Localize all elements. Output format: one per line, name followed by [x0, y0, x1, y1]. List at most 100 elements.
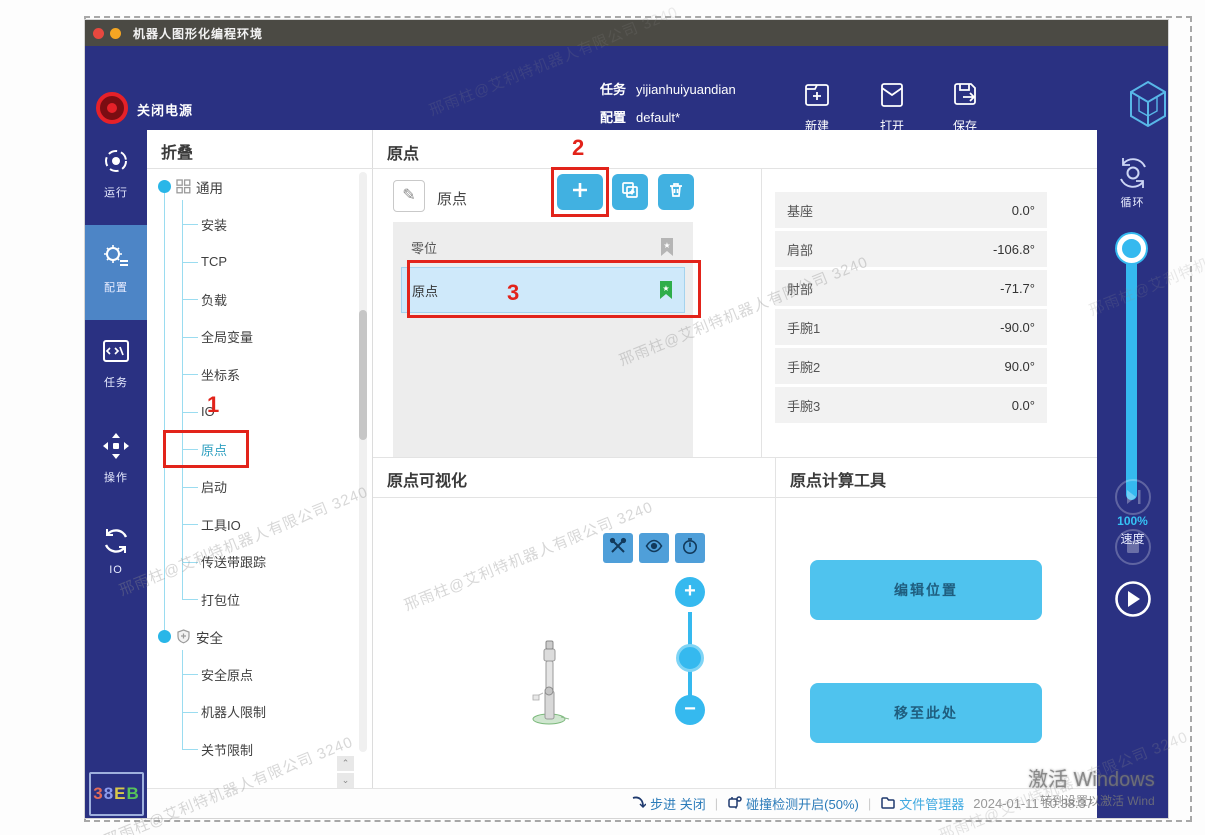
power-button[interactable]: [96, 92, 128, 124]
origin-list: 零位★原点★: [393, 222, 693, 457]
speed-slider-knob[interactable]: [1117, 234, 1146, 263]
add-origin-button[interactable]: [557, 174, 603, 210]
nav-item-run[interactable]: 运行: [85, 130, 147, 225]
tree-group-安全[interactable]: 安全: [147, 618, 357, 656]
tree-item-关节限制[interactable]: 关节限制: [147, 731, 357, 769]
joint-label: 肩部: [787, 240, 813, 259]
tree-item-label: 原点: [147, 440, 227, 459]
run-icon: [101, 163, 131, 180]
topbar: 关闭电源 任务yijianhuiyuandian 配置default* 新建 打…: [85, 46, 1168, 130]
step-mode-toggle[interactable]: 步进 关闭: [631, 794, 706, 813]
origin-item-label: 零位: [411, 238, 437, 257]
tree-scrollbar-track[interactable]: [359, 172, 367, 752]
tree-item-label: 安全原点: [147, 665, 253, 684]
tree-scrollbar-thumb[interactable]: [359, 310, 367, 440]
tree-item-label: 启动: [147, 477, 227, 496]
delete-origin-button[interactable]: [658, 174, 694, 210]
new-task-button[interactable]: 新建: [787, 80, 847, 134]
tree-item-label: IO: [147, 404, 215, 419]
svg-text:★: ★: [663, 241, 670, 250]
tree-item-IO[interactable]: IO: [147, 393, 357, 431]
tree-item-label: 关节限制: [147, 740, 253, 759]
trash-icon: [667, 181, 685, 204]
nav-item-operate[interactable]: 操作: [85, 415, 147, 510]
scroll-down-icon[interactable]: ⌄: [337, 773, 354, 788]
zoom-in-button[interactable]: +: [675, 577, 705, 607]
task-row: 任务yijianhuiyuandian: [600, 79, 736, 98]
copy-origin-button[interactable]: [612, 174, 648, 210]
collision-icon: [727, 795, 742, 813]
origin-section-title: 原点: [387, 140, 419, 164]
divider: [761, 168, 762, 457]
edit-origin-name-button[interactable]: ✎: [393, 180, 425, 212]
tree-item-原点[interactable]: 原点: [147, 431, 357, 469]
open-button[interactable]: 打开: [862, 80, 922, 134]
left-nav: 运行 配置 任务 操作: [85, 130, 147, 818]
tree-item-坐标系[interactable]: 坐标系: [147, 356, 357, 394]
tree-item-label: 传送带跟踪: [147, 552, 266, 571]
tree-item-安装[interactable]: 安装: [147, 206, 357, 244]
tree-header[interactable]: 折叠: [161, 139, 193, 163]
joint-row-手腕3: 手腕30.0°: [775, 387, 1047, 423]
nav-item-task[interactable]: 任务: [85, 320, 147, 415]
window-close-button[interactable]: [93, 28, 104, 39]
zoom-out-button[interactable]: −: [675, 695, 705, 725]
file-manager-icon: [880, 795, 895, 813]
divider: [373, 497, 775, 498]
joint-row-肩部: 肩部-106.8°: [775, 231, 1047, 267]
step-next-button[interactable]: [1114, 478, 1152, 516]
tree-item-label: 坐标系: [147, 365, 240, 384]
move-here-button[interactable]: 移至此处: [810, 683, 1042, 743]
viz-zoom-knob[interactable]: [676, 644, 704, 672]
viz-orientation-button[interactable]: [675, 533, 705, 563]
bookmark-icon[interactable]: ★: [658, 280, 674, 300]
origin-list-item-原点[interactable]: 原点★: [401, 267, 685, 313]
tree-item-TCP[interactable]: TCP: [147, 243, 357, 281]
joint-row-肘部: 肘部-71.7°: [775, 270, 1047, 306]
joint-label: 手腕1: [787, 318, 820, 337]
svg-text:★: ★: [662, 284, 669, 293]
eye-icon: [645, 537, 663, 560]
tree-item-安全原点[interactable]: 安全原点: [147, 656, 357, 694]
nav-label-run: 运行: [85, 184, 147, 200]
window-minimize-button[interactable]: [110, 28, 121, 39]
divider: [373, 168, 1097, 169]
viz-tools-button[interactable]: [603, 533, 633, 563]
tree-item-全局变量[interactable]: 全局变量: [147, 318, 357, 356]
nav-label-task: 任务: [85, 374, 147, 390]
tree-item-打包位[interactable]: 打包位: [147, 581, 357, 619]
task-icon: [101, 353, 131, 370]
save-button[interactable]: 保存: [935, 80, 995, 134]
loop-icon[interactable]: [1114, 154, 1152, 192]
tree-item-工具IO[interactable]: 工具IO: [147, 506, 357, 544]
titlebar: 机器人图形化编程环境: [85, 20, 1168, 46]
tree-item-label: 机器人限制: [147, 702, 266, 721]
config-label: 配置: [600, 110, 626, 125]
origin-list-item-零位[interactable]: 零位 ★: [401, 227, 685, 267]
play-button[interactable]: [1114, 580, 1152, 618]
tree-group-通用[interactable]: 通用: [147, 168, 357, 206]
collision-detect-toggle[interactable]: 碰撞检测开启(50%): [727, 794, 859, 813]
robot-id-badge: 38EB: [89, 772, 144, 816]
speed-slider-track[interactable]: [1126, 242, 1137, 500]
tree-item-传送带跟踪[interactable]: 传送带跟踪: [147, 543, 357, 581]
divider: [775, 497, 1097, 498]
brand-cube-logo: [1125, 79, 1168, 129]
nav-item-io[interactable]: IO: [85, 510, 147, 605]
tree-item-机器人限制[interactable]: 机器人限制: [147, 693, 357, 731]
power-label: 关闭电源: [137, 100, 193, 119]
tree-item-label: 工具IO: [147, 515, 241, 534]
separator: |: [868, 796, 871, 811]
file-manager-button[interactable]: 文件管理器: [880, 794, 964, 813]
plus-icon: [571, 181, 589, 204]
stop-button[interactable]: [1114, 528, 1152, 566]
pencil-icon: ✎: [402, 187, 415, 204]
scroll-up-icon[interactable]: ⌃: [337, 756, 354, 771]
viz-visibility-button[interactable]: [639, 533, 669, 563]
edit-position-button[interactable]: 编辑位置: [810, 560, 1042, 620]
robot-3d-view[interactable]: [521, 635, 577, 727]
nav-item-config[interactable]: 配置: [85, 225, 147, 320]
tree-item-启动[interactable]: 启动: [147, 468, 357, 506]
tree-item-负载[interactable]: 负载: [147, 281, 357, 319]
bookmark-icon[interactable]: ★: [659, 237, 675, 257]
